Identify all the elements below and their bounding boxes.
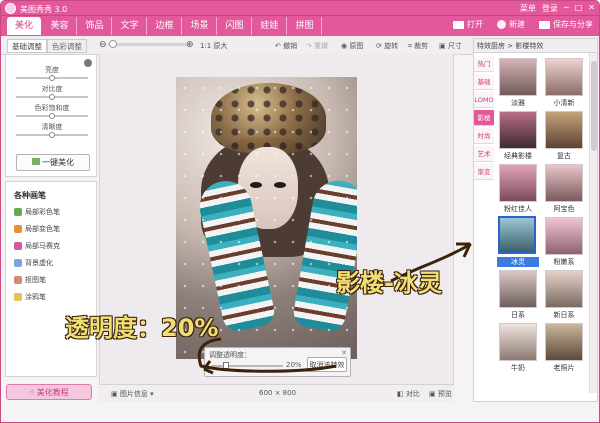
opacity-annotation: 透明度：20% bbox=[65, 314, 219, 342]
app-window: 美图秀秀 3.0 菜单 登录 ─ □ ✕ 美化 美容 饰品 文字 边框 场景 闪… bbox=[0, 0, 600, 423]
annotation-arrows bbox=[197, 242, 472, 375]
effect-annotation: 影楼-冰灵 bbox=[336, 269, 442, 297]
